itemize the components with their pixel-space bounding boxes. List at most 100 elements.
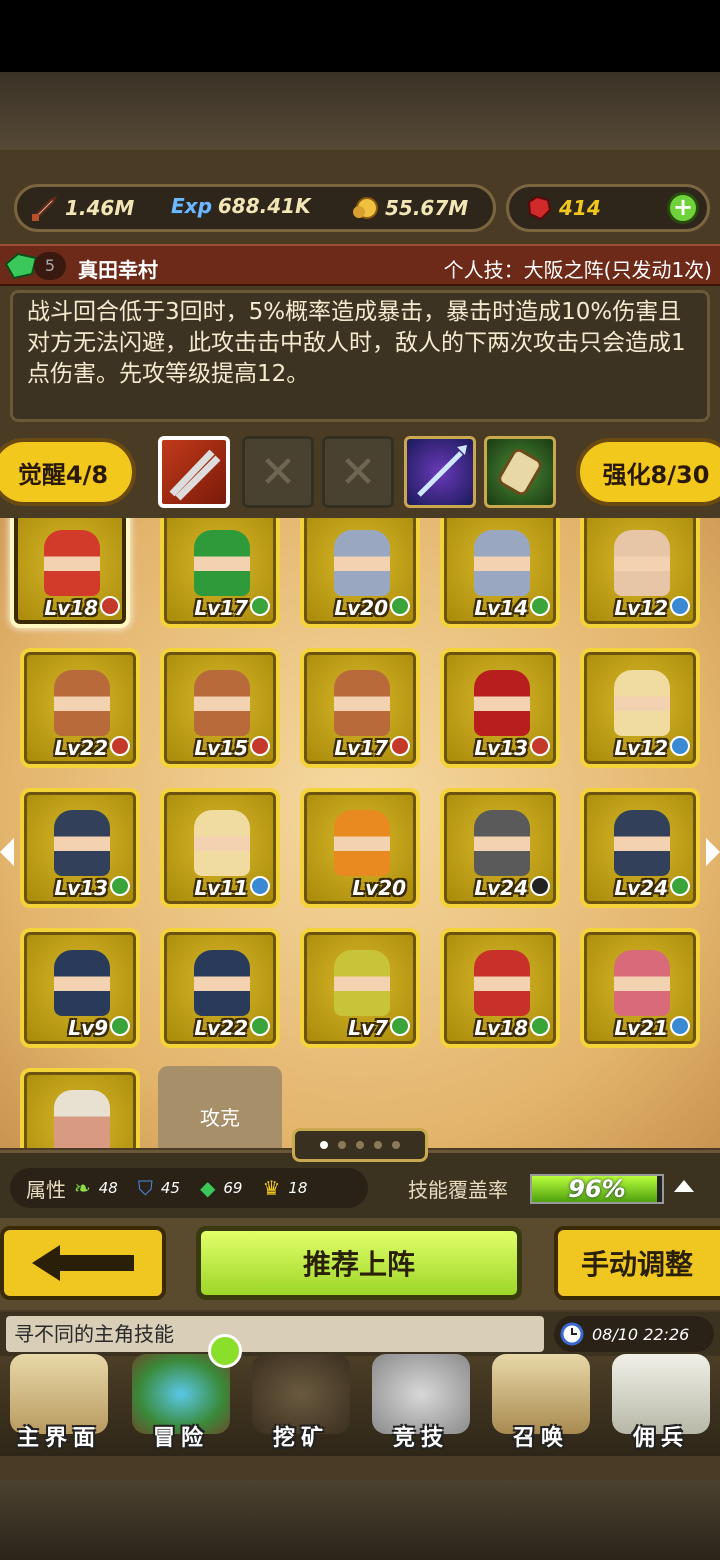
hero-card[interactable]: Lv24 <box>440 788 560 908</box>
hero-card[interactable]: Lv14 <box>440 518 560 628</box>
hero-portrait <box>194 810 250 876</box>
hero-grid: Lv18 Lv17 Lv20 Lv14 Lv12 Lv22 Lv15 Lv17 Lv13 Lv12… <box>0 518 720 1148</box>
resource-bar: 1.46M Exp 688.41K 55.67M <box>14 184 496 232</box>
attribute-value: 48 <box>98 1179 118 1197</box>
attribute-value: 69 <box>223 1179 243 1197</box>
hero-card[interactable]: Lv12 <box>580 518 700 628</box>
hero-card[interactable]: Lv9 <box>20 928 140 1048</box>
coin-icon <box>353 197 378 219</box>
nav-mining[interactable]: 挖矿 <box>242 1352 360 1456</box>
hero-card[interactable]: Lv20 <box>300 518 420 628</box>
hero-level: Lv12 <box>614 736 668 760</box>
hero-portrait <box>614 530 670 596</box>
hero-level: Lv18 <box>44 596 98 620</box>
nav-label: 冒险 <box>152 1426 209 1451</box>
page-dot <box>374 1141 382 1149</box>
nav-mercenary[interactable]: 佣兵 <box>602 1352 720 1456</box>
plus-badge-icon <box>110 876 130 896</box>
hero-skill-name: 个人技：大阪之阵(只发动1次) <box>443 258 712 282</box>
hero-level: Lv11 <box>194 876 248 900</box>
hero-level: Lv9 <box>68 1016 108 1040</box>
attack-value: 1.46M <box>65 196 135 220</box>
hero-card[interactable]: Lv22 <box>160 928 280 1048</box>
nav-summon[interactable]: 召唤 <box>482 1352 600 1456</box>
skill-description: 战斗回合低于3回时，5%概率造成暴击，暴击时造成10%伤害且对方无法闪避，此攻击… <box>10 290 710 422</box>
gold-value: 55.67M <box>385 196 469 220</box>
awaken-skill-slot-scroll[interactable] <box>484 436 556 508</box>
hero-name: 真田幸村 <box>78 258 158 282</box>
hero-card[interactable]: Lv15 <box>160 648 280 768</box>
hero-level: Lv21 <box>614 1016 668 1040</box>
hero-portrait <box>614 950 670 1016</box>
hero-portrait <box>334 530 390 596</box>
plus-badge-icon <box>390 1016 410 1036</box>
hero-card[interactable]: Lv13 <box>440 648 560 768</box>
q-badge-icon <box>530 876 550 896</box>
nav-label: 佣兵 <box>632 1426 689 1451</box>
hero-card[interactable]: Lv17 <box>300 648 420 768</box>
hero-card[interactable]: Lv24 <box>580 788 700 908</box>
hero-portrait <box>54 810 110 876</box>
star-badge-icon <box>250 876 270 896</box>
page-dot <box>392 1141 400 1149</box>
hero-card[interactable]: Lv11 <box>160 788 280 908</box>
sword-icon <box>31 195 58 222</box>
page-right-arrow[interactable] <box>706 838 720 866</box>
awaken-slot-empty[interactable]: ✕ <box>242 436 314 508</box>
page-left-arrow[interactable] <box>0 838 14 866</box>
awaken-button[interactable]: 觉醒4/8 <box>0 438 136 506</box>
star-badge-icon <box>670 1016 690 1036</box>
status-bar <box>0 0 720 72</box>
add-gems-button[interactable]: + <box>667 192 699 224</box>
hero-level: Lv17 <box>194 596 248 620</box>
back-button[interactable] <box>0 1226 166 1300</box>
hero-portrait <box>54 670 110 736</box>
hero-level: Lv12 <box>614 596 668 620</box>
attribute-summary: 属性 ❧ 48 ⛉ 45 ◆ 69 ♛ 18 <box>10 1168 368 1208</box>
nav-label: 挖矿 <box>272 1426 329 1451</box>
hero-card[interactable] <box>20 1068 140 1148</box>
map-background <box>0 72 720 162</box>
exp-value: 688.41K <box>217 194 311 218</box>
hero-card[interactable]: Lv17 <box>160 518 280 628</box>
awaken-skill-slot-active[interactable] <box>158 436 230 508</box>
tip-text: 寻不同的主角技能 <box>6 1316 544 1352</box>
clock: 08/10 22:26 <box>554 1316 714 1352</box>
recommend-deploy-button[interactable]: 推荐上阵 <box>196 1226 522 1300</box>
hero-portrait <box>474 670 530 736</box>
coverage-bar: 96% <box>530 1174 664 1204</box>
expand-up-icon[interactable] <box>674 1180 694 1192</box>
hero-card[interactable]: Lv7 <box>300 928 420 1048</box>
down-badge-icon <box>100 596 120 616</box>
nav-arena[interactable]: 竞技 <box>362 1352 480 1456</box>
coverage-label: 技能覆盖率 <box>408 1178 508 1202</box>
hero-portrait <box>474 810 530 876</box>
spear-icon <box>417 445 467 497</box>
hero-portrait <box>334 950 390 1016</box>
hero-card[interactable]: Lv18 <box>440 928 560 1048</box>
hero-level: Lv14 <box>474 596 528 620</box>
plus-badge-icon <box>390 596 410 616</box>
attribute-value: 18 <box>288 1179 308 1197</box>
hero-portrait <box>54 1090 110 1148</box>
manual-adjust-button[interactable]: 手动调整 <box>554 1226 720 1300</box>
hero-card[interactable]: Lv20 <box>300 788 420 908</box>
hero-portrait <box>44 530 100 596</box>
hero-card[interactable]: Lv22 <box>20 648 140 768</box>
hero-name-bar: 5 真田幸村 个人技：大阪之阵(只发动1次) <box>0 244 720 286</box>
coverage-value: 96% <box>568 1175 626 1203</box>
notification-dot <box>208 1334 242 1368</box>
upgrade-button[interactable]: 强化8/30 <box>576 438 720 506</box>
awaken-skill-slot-spear[interactable] <box>404 436 476 508</box>
hero-level: Lv22 <box>54 736 108 760</box>
hero-card[interactable]: Lv21 <box>580 928 700 1048</box>
plus-badge-icon <box>530 1016 550 1036</box>
exp-resource: Exp 688.41K <box>171 194 311 218</box>
hero-card[interactable]: Lv12 <box>580 648 700 768</box>
ruby-icon <box>527 195 552 221</box>
nav-main[interactable]: 主界面 <box>0 1352 118 1456</box>
awaken-slot-empty[interactable]: ✕ <box>322 436 394 508</box>
hero-level: Lv24 <box>614 876 668 900</box>
hero-card[interactable]: Lv13 <box>20 788 140 908</box>
hero-card[interactable]: Lv18 <box>10 518 130 628</box>
